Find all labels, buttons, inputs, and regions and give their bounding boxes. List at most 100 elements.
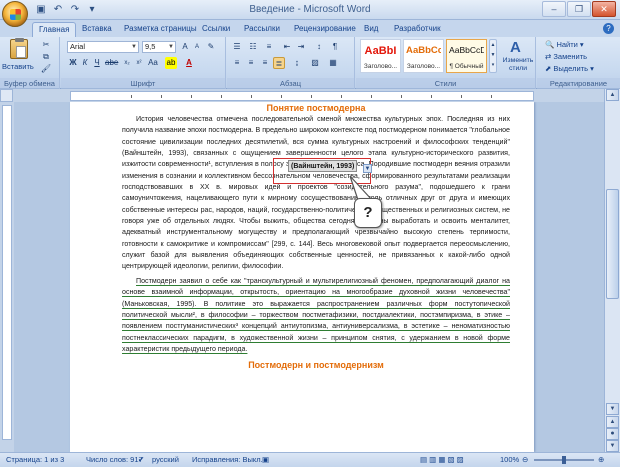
help-icon[interactable]: ? <box>603 23 614 34</box>
change-styles-button[interactable]: A Изменить стили <box>500 39 534 75</box>
grow-font-icon[interactable]: A <box>179 41 191 53</box>
replace-button[interactable]: ⇄ Заменить <box>545 51 587 63</box>
borders-icon[interactable]: ▦ <box>327 57 339 69</box>
tab-insert[interactable]: Вставка <box>76 22 118 37</box>
prev-page-icon[interactable]: ▲ <box>606 416 619 428</box>
minimize-button[interactable]: – <box>542 1 566 17</box>
align-right-icon[interactable]: ≡ <box>259 57 271 69</box>
status-language[interactable]: русский <box>152 453 179 467</box>
italic-button[interactable]: К <box>79 57 91 69</box>
citation-tag[interactable]: (Вайнштейн, 1993) <box>288 160 358 172</box>
copy-icon[interactable]: ⧉ <box>40 51 52 63</box>
citation-dropdown-icon[interactable]: ▼ <box>363 164 372 173</box>
tab-page-layout[interactable]: Разметка страницы <box>118 22 203 37</box>
font-size-combo[interactable]: 9,5 ▼ <box>142 41 176 53</box>
paragraph-group: ☰ ☷ ≡ ⇤ ⇥ ↕ ¶ ≡ ≡ ≡ ≣ ↨ ▨ ▦ Абзац <box>227 37 355 89</box>
multilevel-list-icon[interactable]: ≡ <box>263 41 275 53</box>
status-bar: Страница: 1 из 3 Число слов: 917 ✔ русск… <box>0 452 620 467</box>
decrease-indent-icon[interactable]: ⇤ <box>281 41 293 53</box>
tab-home[interactable]: Главная <box>32 22 77 37</box>
align-left-icon[interactable]: ≡ <box>231 57 243 69</box>
maximize-button[interactable]: ❐ <box>567 1 591 17</box>
font-name-value: Arial <box>70 42 86 51</box>
title-bar: ▣ ↶ ↷ ▾ Введение - Microsoft Word – ❐ ✕ <box>0 0 620 20</box>
line-spacing-icon[interactable]: ↨ <box>291 57 303 69</box>
sort-icon[interactable]: ↕ <box>313 41 325 53</box>
format-painter-icon[interactable]: 🖌 <box>40 63 52 75</box>
tab-references[interactable]: Ссылки <box>196 22 236 37</box>
ribbon-tabs: Главная Вставка Разметка страницы Ссылки… <box>0 20 620 37</box>
show-marks-icon[interactable]: ¶ <box>329 41 341 53</box>
paragraph-1: История человечества отмечена последоват… <box>122 115 510 271</box>
bold-button[interactable]: Ж <box>67 57 79 69</box>
style-normal[interactable]: АаBbCcD ¶ Обычный <box>446 39 487 73</box>
next-page-icon[interactable]: ▼ <box>606 440 619 452</box>
select-button[interactable]: ⬈ Выделить ▾ <box>545 63 594 75</box>
change-styles-icon: A <box>510 39 521 56</box>
justify-icon[interactable]: ≣ <box>273 57 285 69</box>
tab-review[interactable]: Рецензирование <box>288 22 362 37</box>
tab-view[interactable]: Вид <box>358 22 384 37</box>
vertical-scrollbar[interactable]: ▲ ▼ ▲ ● ▼ <box>604 89 620 452</box>
status-zoom[interactable]: 100% <box>500 453 519 467</box>
increase-indent-icon[interactable]: ⇥ <box>295 41 307 53</box>
font-name-combo[interactable]: Arial ▼ <box>67 41 139 53</box>
macro-record-icon[interactable]: ▣ <box>262 453 269 467</box>
proofing-icon[interactable]: ✔ <box>138 453 144 467</box>
document-page[interactable]: Понятие постмодерна История человечества… <box>70 102 534 452</box>
binoculars-icon: 🔍 <box>545 40 557 49</box>
paragraph-2: Постмодерн заявил о себе как "транскульт… <box>122 276 510 353</box>
shrink-font-icon[interactable]: A <box>191 41 203 53</box>
status-page[interactable]: Страница: 1 из 3 <box>6 453 64 467</box>
question-callout: ? <box>354 198 382 228</box>
change-case-icon[interactable]: Aa <box>147 57 159 69</box>
bullets-icon[interactable]: ☰ <box>231 41 243 53</box>
style-name: ¶ Обычный <box>449 63 484 70</box>
office-button[interactable] <box>2 1 28 27</box>
paste-label: Вставить <box>2 62 34 71</box>
horizontal-ruler[interactable] <box>70 91 534 101</box>
style-heading2[interactable]: АаBbCc Заголово... <box>403 39 444 73</box>
vertical-ruler[interactable] <box>2 105 12 440</box>
document-area: Понятие постмодерна История человечества… <box>14 102 604 452</box>
style-sample: АаBbCc <box>406 45 441 56</box>
change-styles-label: Изменить стили <box>502 57 534 72</box>
status-words[interactable]: Число слов: 917 <box>86 453 143 467</box>
paste-button[interactable]: Вставить <box>2 38 34 75</box>
numbering-icon[interactable]: ☷ <box>247 41 259 53</box>
status-corrections[interactable]: Исправления: Выкл. <box>192 453 263 467</box>
view-buttons[interactable]: ▤ ▥ ▦ ▧ ▨ <box>420 453 464 467</box>
close-button[interactable]: ✕ <box>592 1 616 17</box>
zoom-out-icon[interactable]: ⊖ <box>522 453 528 467</box>
style-name: Заголово... <box>363 63 398 70</box>
ruler-toggle[interactable] <box>0 89 13 102</box>
shading-icon[interactable]: ▨ <box>309 57 321 69</box>
style-heading1[interactable]: АаBbI Заголово... <box>360 39 401 73</box>
styles-group-label: Стили <box>356 78 535 89</box>
zoom-slider-thumb[interactable] <box>562 456 566 464</box>
strikethrough-button[interactable]: abe <box>105 57 118 69</box>
underline-button[interactable]: Ч <box>91 57 103 69</box>
find-button[interactable]: 🔍 Найти ▾ <box>545 39 584 51</box>
highlight-icon[interactable]: ab <box>165 57 177 69</box>
zoom-in-icon[interactable]: ⊕ <box>598 453 604 467</box>
tab-developer[interactable]: Разработчик <box>388 22 447 37</box>
styles-scroll[interactable]: ▲ ▼ ▾ <box>489 39 497 73</box>
heading-postmodern: Понятие постмодерна <box>266 103 366 113</box>
clear-formatting-icon[interactable]: ✎ <box>205 41 217 53</box>
style-sample: АаBbCcD <box>449 45 484 55</box>
browse-object-icon[interactable]: ● <box>606 428 619 440</box>
chevron-down-icon: ▼ <box>131 44 137 50</box>
scroll-down-icon[interactable]: ▼ <box>606 403 619 415</box>
font-size-value: 9,5 <box>145 42 156 51</box>
clipboard-group: Вставить ✂ ⧉ 🖌 Буфер обмена <box>0 37 60 89</box>
align-center-icon[interactable]: ≡ <box>245 57 257 69</box>
subscript-button[interactable]: x₂ <box>121 57 133 69</box>
superscript-button[interactable]: x² <box>133 57 145 69</box>
scroll-up-icon[interactable]: ▲ <box>606 89 619 101</box>
cut-icon[interactable]: ✂ <box>40 39 52 51</box>
document-content[interactable]: Понятие постмодерна История человечества… <box>122 102 510 372</box>
scroll-thumb[interactable] <box>606 189 619 299</box>
tab-mailings[interactable]: Рассылки <box>238 22 286 37</box>
font-color-icon[interactable]: A <box>183 57 195 69</box>
